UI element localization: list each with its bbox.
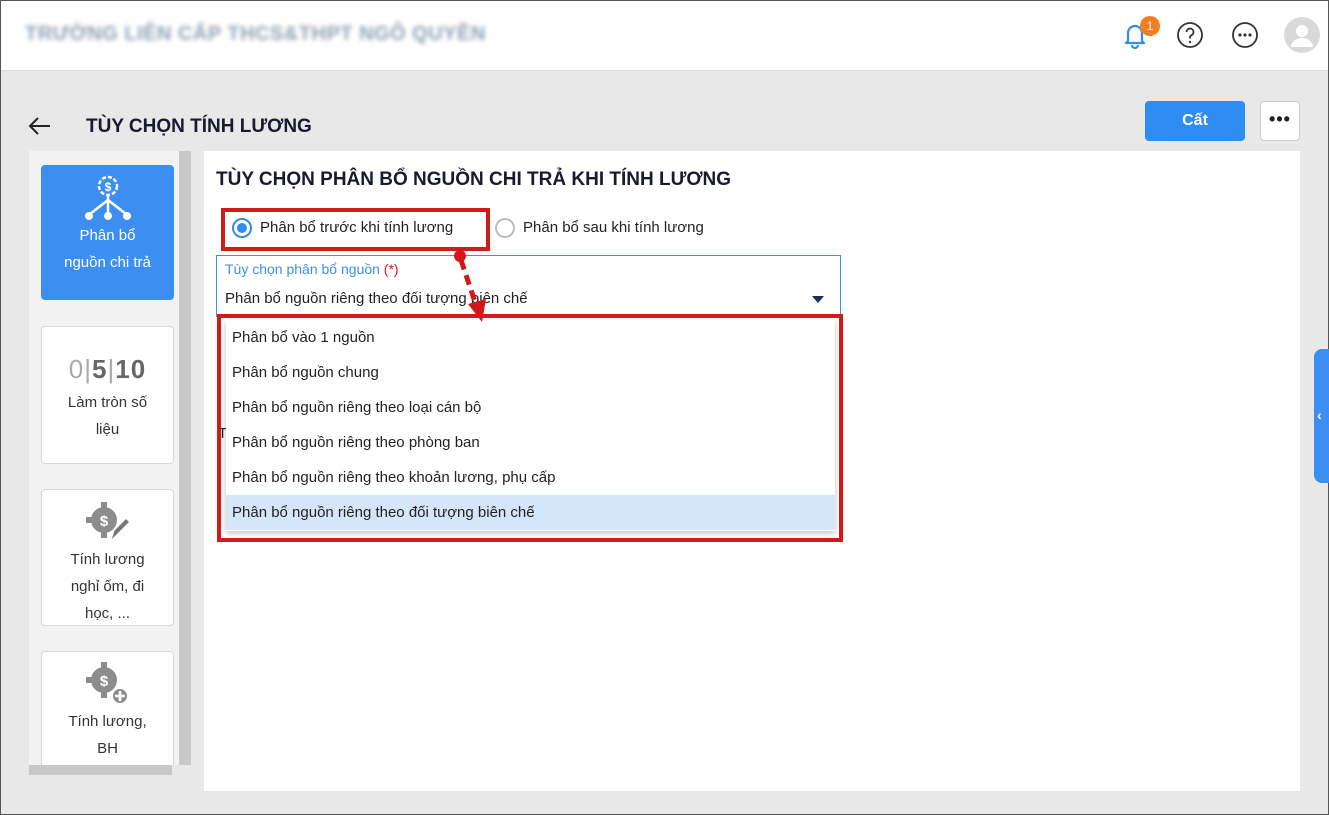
avatar-icon[interactable] [1284,17,1320,53]
rounding-digits-icon: 0|5|10 [68,354,147,384]
more-actions-button[interactable]: ••• [1260,101,1300,141]
main-panel: TÙY CHỌN PHÂN BỔ NGUỒN CHI TRẢ KHI TÍNH … [204,151,1300,791]
back-arrow-icon[interactable] [26,112,54,140]
radio-allocate-after[interactable]: Phân bổ sau khi tính lương [495,217,704,239]
required-mark: (*) [383,261,399,277]
page-title: TÙY CHỌN TÍNH LƯƠNG [86,116,312,137]
allocation-source-select[interactable]: Tùy chọn phân bổ nguồn (*) Phân bổ nguồn… [216,255,841,317]
svg-text:$: $ [99,513,108,530]
select-label-text: Tùy chọn phân bổ nguồn [225,261,380,277]
help-icon[interactable] [1175,20,1205,50]
caret-down-icon[interactable] [812,296,824,303]
money-network-icon: $ [84,175,131,220]
sidebar-item-tinh-luong-nghi-om[interactable]: $ Tính lương nghỉ ốm, đi học, ... [41,489,174,626]
digit-five: 5 [92,354,108,384]
sidebar-item-label: Làm tròn số liệu [67,394,148,438]
money-gear-plus-icon: $ [85,662,129,705]
highlight-box-dropdown [217,314,843,542]
radio-unchecked-icon [495,218,515,238]
sidebar-item-label: Tính lương, BH [68,713,147,757]
collapse-panel-tab[interactable]: ‹ [1314,349,1329,483]
digit-ten: 10 [115,354,147,384]
sidebar-item-phan-bo-nguon[interactable]: $ Phân bổ nguồn chi trả [41,165,174,300]
more-actions-label: ••• [1269,109,1291,129]
save-button[interactable]: Cất [1145,101,1245,141]
sidebar-vertical-scrollbar[interactable] [179,151,191,765]
sidebar: $ Phân bổ nguồn chi trả 0|5|10 Làm tròn … [29,151,179,765]
svg-text:$: $ [104,180,111,194]
section-title: TÙY CHỌN PHÂN BỔ NGUỒN CHI TRẢ KHI TÍNH … [216,169,732,190]
sidebar-horizontal-scrollbar[interactable] [29,765,172,775]
highlight-box-radio [221,208,490,251]
more-options-icon[interactable] [1230,20,1260,50]
annotation-arrow-icon [454,250,486,322]
school-name: TRƯỜNG LIÊN CẤP THCS&THPT NGÔ QUYỀN [25,23,486,45]
money-gear-edit-icon: $ [85,502,131,543]
sidebar-item-tinh-luong-bh[interactable]: $ Tính lương, BH [41,651,174,765]
notification-badge: 1 [1140,16,1160,36]
radio-after-label: Phân bổ sau khi tính lương [523,219,704,236]
sidebar-item-label: Tính lương nghỉ ốm, đi học, ... [70,551,145,622]
select-label: Tùy chọn phân bổ nguồn (*) [225,261,399,277]
digit-zero: 0 [68,354,85,384]
chevron-left-icon: ‹ [1317,407,1322,423]
sidebar-item-lam-tron[interactable]: 0|5|10 Làm tròn số liệu [41,326,174,464]
sidebar-item-label: Phân bổ nguồn chi trả [64,227,151,271]
svg-text:$: $ [99,673,108,690]
